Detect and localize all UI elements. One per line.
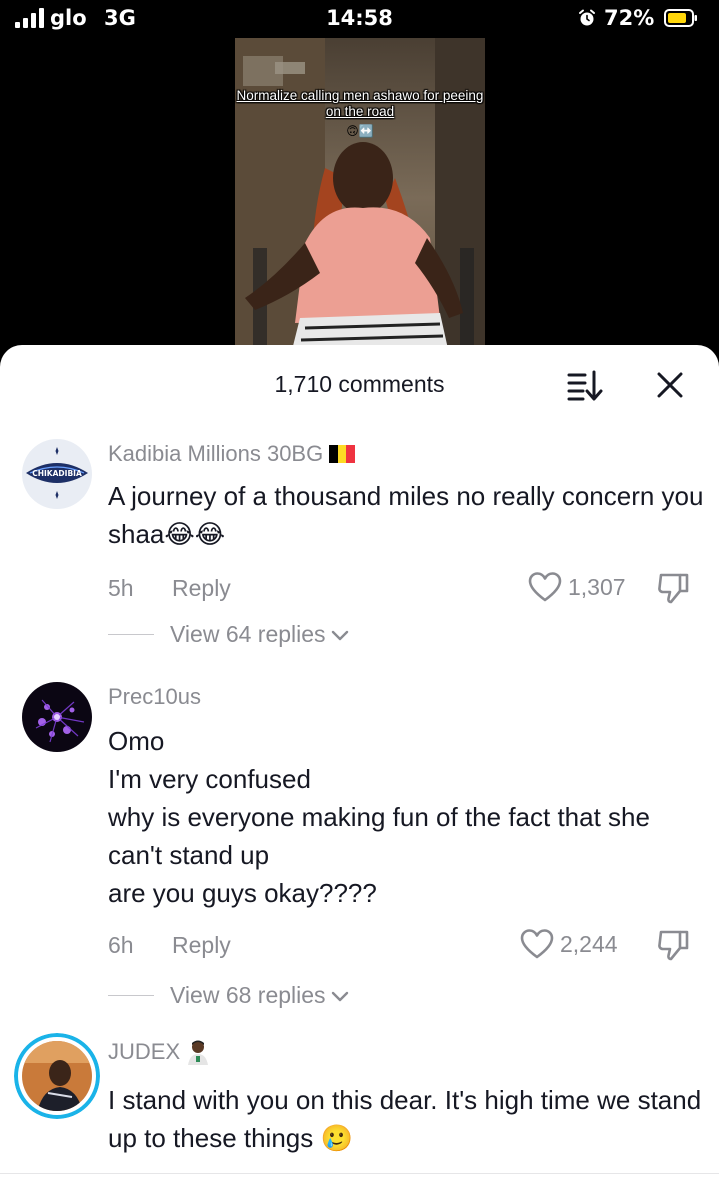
comment-text: Omo I'm very confused why is everyone ma… — [108, 726, 650, 908]
divider — [108, 634, 154, 635]
comments-count-title: 1,710 comments — [274, 371, 445, 397]
divider — [108, 995, 154, 996]
reply-button[interactable]: Reply — [172, 575, 231, 602]
comment-username[interactable]: Kadibia Millions 30BG — [108, 441, 356, 467]
comment-text: I stand with you on this dear. It's high… — [108, 1085, 702, 1153]
like-count: 1,307 — [568, 573, 626, 600]
comment-username[interactable]: JUDEX — [108, 1039, 210, 1065]
comment-actions: 6h Reply 2,244 — [108, 928, 698, 962]
person-emoji-icon — [188, 1040, 209, 1065]
like-count: 2,244 — [560, 930, 618, 957]
username-text: JUDEX — [108, 1039, 181, 1064]
reply-button[interactable]: Reply — [172, 932, 231, 959]
comment-time: 6h — [108, 932, 134, 958]
status-bar: glo 3G 14:58 72% — [0, 0, 719, 40]
comment-actions: 5h Reply 1,307 — [108, 571, 698, 605]
username-text: Kadibia Millions 30BG — [108, 441, 324, 466]
view-replies-label: View 68 replies — [170, 982, 326, 1008]
heart-icon — [520, 929, 554, 959]
dislike-icon[interactable] — [656, 928, 690, 962]
heart-icon — [528, 572, 562, 602]
video-preview[interactable]: Normalize calling men ashawo for peeing … — [235, 38, 485, 358]
battery-percent: 72% — [604, 6, 655, 30]
view-replies-label: View 64 replies — [170, 621, 326, 647]
avatar[interactable]: CHIKADIBIA — [22, 439, 92, 509]
like-button[interactable]: 1,307 — [528, 571, 626, 603]
close-icon[interactable] — [654, 369, 686, 401]
video-frame-image — [235, 38, 485, 358]
sort-icon[interactable] — [566, 369, 604, 403]
like-button[interactable]: 2,244 — [520, 928, 618, 960]
alarm-icon — [579, 9, 595, 26]
dislike-icon[interactable] — [656, 571, 690, 605]
comments-sheet: 1,710 comments CHIKADIBIA Kadibia Millio… — [0, 345, 719, 1178]
username-text: Prec10us — [108, 684, 201, 709]
video-caption-emoji: 🙃↔️ — [346, 124, 374, 138]
chevron-down-icon — [331, 991, 348, 1001]
comment-time: 5h — [108, 575, 134, 601]
comment-text: A journey of a thousand miles no really … — [108, 481, 704, 549]
comment-username[interactable]: Prec10us — [108, 684, 201, 710]
flag-belgium-icon — [329, 445, 356, 463]
chevron-down-icon — [331, 630, 348, 640]
video-caption: Normalize calling men ashawo for peeing … — [236, 88, 484, 119]
bottom-divider — [0, 1173, 719, 1174]
avatar[interactable] — [14, 1033, 100, 1119]
avatar[interactable] — [22, 682, 92, 752]
battery-icon — [664, 9, 697, 27]
avatar-logo-text: CHIKADIBIA — [32, 469, 82, 478]
view-replies-button[interactable]: View 68 replies — [108, 982, 349, 1009]
view-replies-button[interactable]: View 64 replies — [108, 621, 349, 648]
